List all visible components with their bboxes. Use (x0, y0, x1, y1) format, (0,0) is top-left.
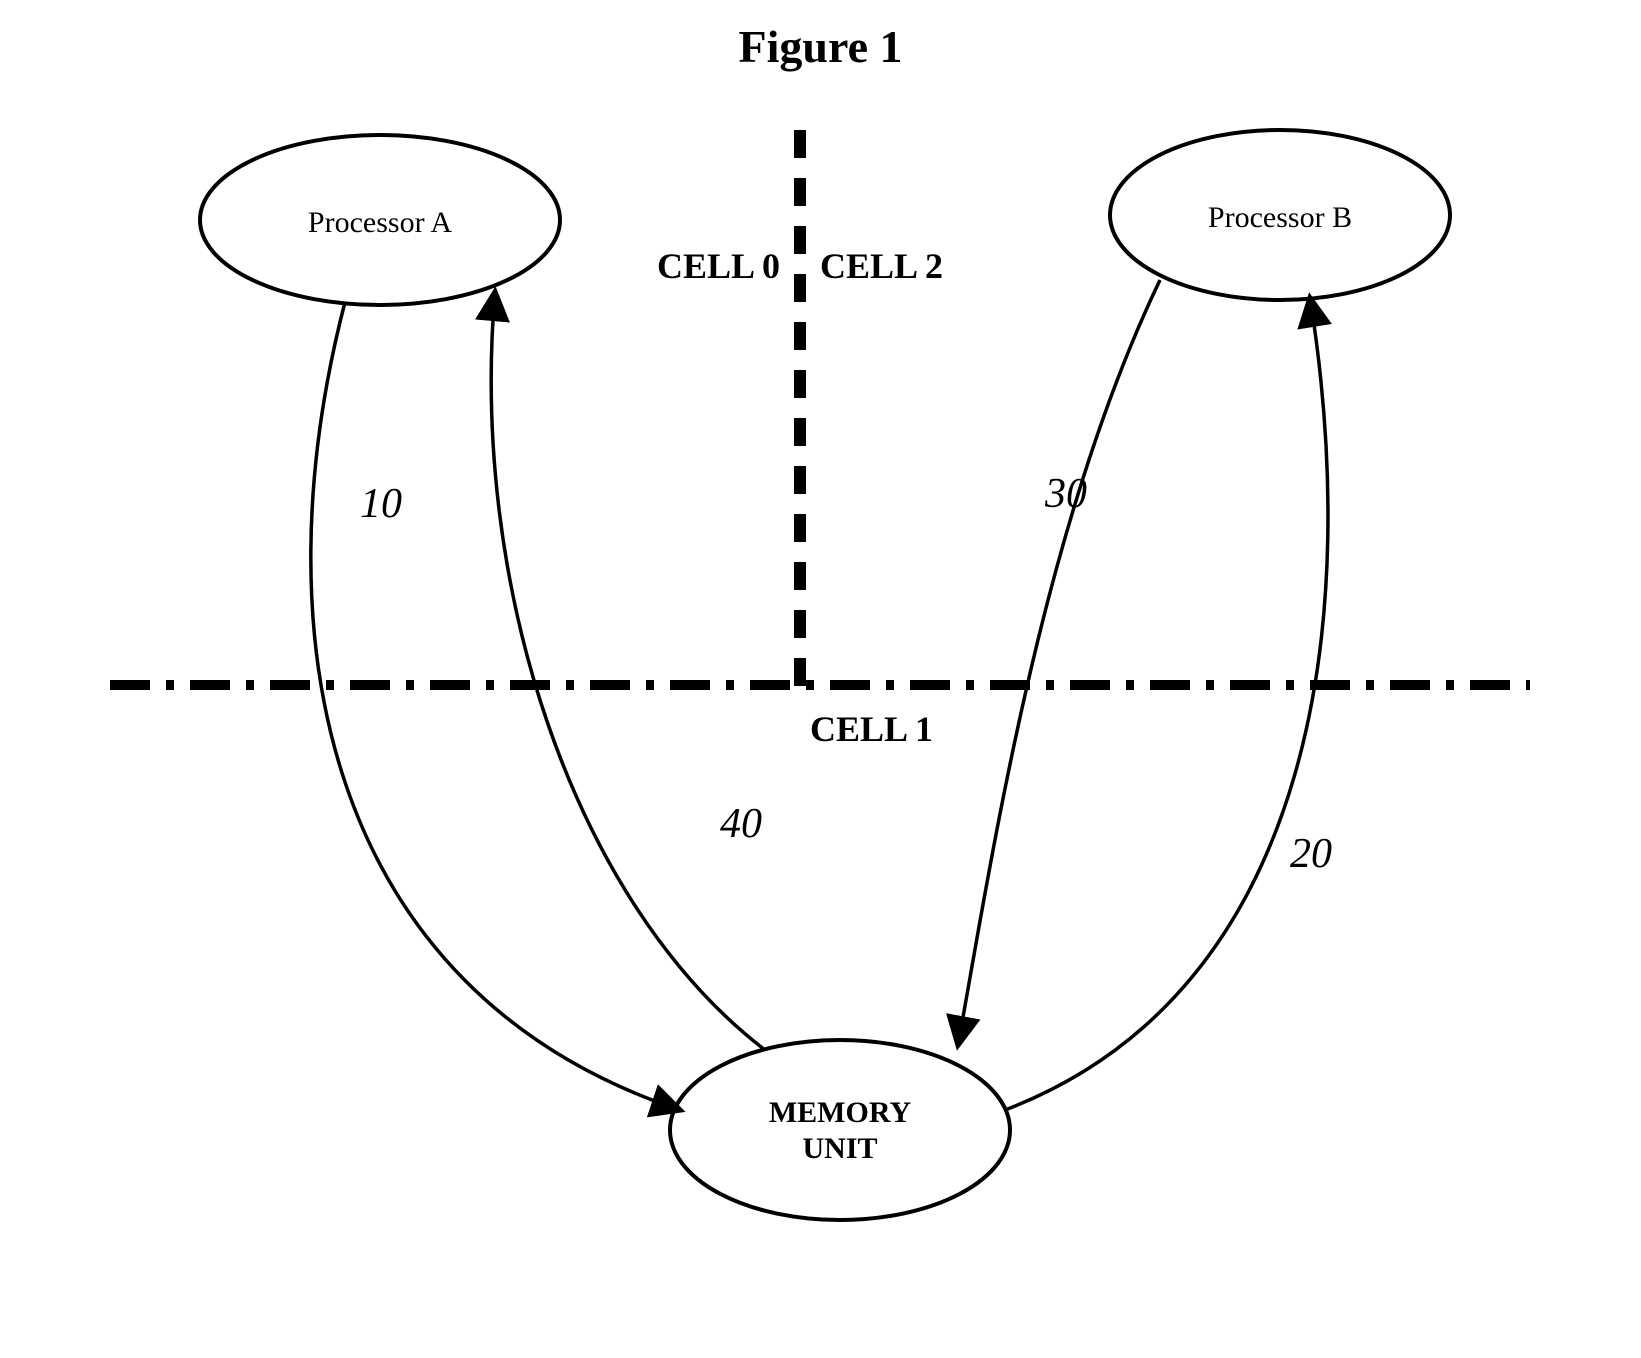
diagram-svg: Processor A Processor B MEMORY UNIT (100, 110, 1540, 1290)
node-processor-b: Processor B (1110, 130, 1450, 300)
node-memory-unit: MEMORY UNIT (670, 1040, 1010, 1220)
node-processor-b-label: Processor B (1208, 201, 1352, 234)
edge-20 (1005, 298, 1328, 1110)
label-edge-20: 20 (1290, 830, 1332, 878)
diagram: Processor A Processor B MEMORY UNIT (100, 110, 1540, 1290)
label-cell-1: CELL 1 (810, 708, 933, 750)
node-memory-unit-label-2: UNIT (802, 1132, 877, 1165)
page: Figure 1 Processor A Processor B (0, 0, 1641, 1358)
node-memory-unit-label-1: MEMORY (769, 1096, 912, 1129)
edge-10 (311, 302, 680, 1110)
figure-title: Figure 1 (0, 20, 1641, 73)
node-processor-a: Processor A (200, 135, 560, 305)
label-edge-40: 40 (720, 800, 762, 848)
edge-30 (958, 280, 1160, 1045)
edge-40 (491, 292, 765, 1050)
label-cell-2: CELL 2 (820, 245, 943, 287)
label-edge-10: 10 (360, 480, 402, 528)
label-cell-0: CELL 0 (650, 245, 780, 287)
node-processor-a-label: Processor A (308, 206, 452, 239)
label-edge-30: 30 (1045, 470, 1087, 518)
